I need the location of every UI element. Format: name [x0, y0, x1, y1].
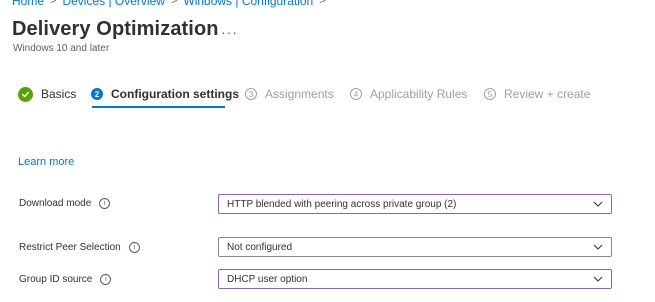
- chevron-right-icon: >: [170, 0, 178, 7]
- checkmark-icon: [18, 86, 33, 102]
- learn-more-link[interactable]: Learn more: [18, 156, 74, 168]
- tab-label: Basics: [41, 87, 77, 101]
- dropdown-value: DHCP user option: [227, 273, 308, 285]
- tab-label: Review + create: [504, 87, 591, 101]
- dropdown-value: Not configured: [227, 241, 293, 253]
- restrict-peer-selection-dropdown[interactable]: Not configured: [218, 237, 612, 257]
- chevron-right-icon: >: [319, 0, 326, 7]
- active-tab-indicator: [92, 106, 225, 108]
- dropdown-value: HTTP blended with peering across private…: [227, 198, 457, 210]
- step-number-badge: 4: [350, 88, 362, 100]
- field-label: Restrict Peer Selection: [19, 242, 121, 253]
- chevron-down-icon: [585, 270, 611, 288]
- breadcrumb: Home > Devices | Overview > Windows | Co…: [12, 0, 332, 8]
- page-subtitle: Windows 10 and later: [13, 43, 110, 54]
- chevron-down-icon: [585, 195, 611, 213]
- step-number-badge: 5: [484, 88, 496, 100]
- breadcrumb-devices-overview[interactable]: Devices | Overview: [62, 0, 164, 8]
- step-number-badge: 3: [245, 88, 257, 100]
- info-icon[interactable]: i: [128, 242, 140, 253]
- info-icon[interactable]: i: [100, 274, 112, 285]
- field-label: Download mode: [19, 198, 92, 209]
- page-title: Delivery Optimization: [12, 18, 219, 40]
- tab-label: Applicability Rules: [370, 87, 468, 101]
- tab-assignments[interactable]: 3 Assignments: [245, 84, 334, 104]
- group-id-source-dropdown[interactable]: DHCP user option: [218, 269, 612, 289]
- download-mode-label: Download mode i: [19, 198, 111, 209]
- chevron-right-icon: >: [50, 0, 57, 7]
- tab-label: Configuration settings: [111, 87, 239, 101]
- tab-configuration-settings[interactable]: 2 Configuration settings: [91, 84, 239, 104]
- step-number-badge: 2: [91, 88, 103, 100]
- info-icon[interactable]: i: [99, 198, 111, 209]
- more-options-button[interactable]: ···: [221, 24, 238, 40]
- group-id-source-label: Group ID source i: [19, 274, 112, 285]
- breadcrumb-home[interactable]: Home: [12, 0, 44, 8]
- download-mode-dropdown[interactable]: HTTP blended with peering across private…: [218, 194, 612, 214]
- tab-review-create[interactable]: 5 Review + create: [484, 84, 590, 104]
- breadcrumb-windows-configuration[interactable]: Windows | Configuration: [183, 0, 313, 8]
- restrict-peer-selection-label: Restrict Peer Selection i: [19, 242, 140, 253]
- tab-label: Assignments: [265, 87, 334, 101]
- field-label: Group ID source: [19, 274, 93, 285]
- tab-basics[interactable]: Basics: [18, 84, 76, 104]
- tab-applicability-rules[interactable]: 4 Applicability Rules: [350, 84, 467, 104]
- chevron-down-icon: [585, 238, 611, 256]
